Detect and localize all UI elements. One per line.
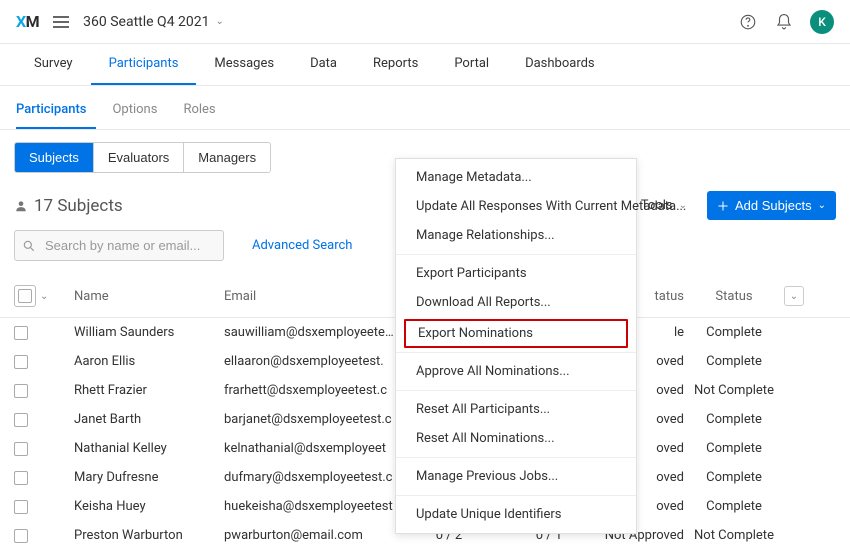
subnav-participants[interactable]: Participants xyxy=(16,94,96,129)
cell-email: pwarburton@email.com xyxy=(224,528,394,543)
menu-separator xyxy=(396,495,636,496)
menu-separator xyxy=(396,457,636,458)
cell-name: Nathanial Kelley xyxy=(74,441,224,456)
nav-tab-survey[interactable]: Survey xyxy=(16,44,91,85)
help-icon[interactable] xyxy=(738,12,758,32)
cell-status: Not Complete xyxy=(684,528,784,543)
segment-managers[interactable]: Managers xyxy=(184,143,270,172)
person-icon xyxy=(14,199,28,213)
chevron-down-icon: ⌄ xyxy=(818,200,826,211)
menu-icon[interactable] xyxy=(53,16,69,28)
search-input[interactable] xyxy=(14,230,224,261)
menu-item[interactable]: Update Unique Identifiers xyxy=(396,500,636,529)
menu-item[interactable]: Approve All Nominations... xyxy=(396,357,636,386)
select-all-checkbox[interactable] xyxy=(14,285,36,307)
menu-item[interactable]: Manage Previous Jobs... xyxy=(396,462,636,491)
chevron-down-icon[interactable]: ⌄ xyxy=(40,291,48,302)
cell-name: Janet Barth xyxy=(74,412,224,427)
row-checkbox[interactable] xyxy=(14,529,28,543)
chevron-down-icon: ⌄ xyxy=(216,16,224,27)
nav-tab-messages[interactable]: Messages xyxy=(196,44,292,85)
menu-item[interactable]: Reset All Nominations... xyxy=(396,424,636,453)
row-checkbox[interactable] xyxy=(14,355,28,369)
menu-item[interactable]: Export Nominations xyxy=(404,319,628,348)
menu-item[interactable]: Export Participants xyxy=(396,259,636,288)
row-checkbox[interactable] xyxy=(14,442,28,456)
row-checkbox[interactable] xyxy=(14,384,28,398)
menu-item[interactable]: Manage Relationships... xyxy=(396,221,636,250)
segment-evaluators[interactable]: Evaluators xyxy=(94,143,184,172)
cell-name: Keisha Huey xyxy=(74,499,224,514)
row-checkbox[interactable] xyxy=(14,500,28,514)
subnav-options[interactable]: Options xyxy=(112,94,167,129)
col-name: Name xyxy=(74,289,224,304)
row-checkbox[interactable] xyxy=(14,413,28,427)
cell-name: Mary Dufresne xyxy=(74,470,224,485)
project-name: 360 Seattle Q4 2021 xyxy=(83,14,209,30)
menu-item[interactable]: Download All Reports... xyxy=(396,288,636,317)
menu-separator xyxy=(396,352,636,353)
col-status: Status xyxy=(684,289,784,304)
menu-item[interactable]: Manage Metadata... xyxy=(396,163,636,192)
nav-tab-dashboards[interactable]: Dashboards xyxy=(507,44,613,85)
logo: XM xyxy=(16,12,39,31)
col-email: Email xyxy=(224,289,394,304)
main-nav: SurveyParticipantsMessagesDataReportsPor… xyxy=(0,44,850,86)
menu-separator xyxy=(396,390,636,391)
top-bar: XM 360 Seattle Q4 2021 ⌄ K xyxy=(0,0,850,44)
project-selector[interactable]: 360 Seattle Q4 2021 ⌄ xyxy=(83,14,224,30)
cell-email: sauwilliam@dsxemployeetest xyxy=(224,325,394,340)
cell-name: William Saunders xyxy=(74,325,224,340)
cell-email: frarhett@dsxemployeetest.c xyxy=(224,383,394,398)
cell-status: Complete xyxy=(684,441,784,456)
segment-subjects[interactable]: Subjects xyxy=(15,143,94,172)
subnav-roles[interactable]: Roles xyxy=(183,94,225,129)
cell-status: Complete xyxy=(684,499,784,514)
nav-tab-data[interactable]: Data xyxy=(292,44,355,85)
row-checkbox[interactable] xyxy=(14,471,28,485)
nav-tab-reports[interactable]: Reports xyxy=(355,44,436,85)
menu-item[interactable]: Update All Responses With Current Metada… xyxy=(396,192,636,221)
advanced-search-link[interactable]: Advanced Search xyxy=(252,238,352,253)
cell-email: dufmary@dsxemployeetest.c xyxy=(224,470,394,485)
cell-email: kelnathanial@dsxemployeet xyxy=(224,441,394,456)
menu-item[interactable]: Reset All Participants... xyxy=(396,395,636,424)
cell-status: Complete xyxy=(684,470,784,485)
cell-name: Preston Warburton xyxy=(74,528,224,543)
cell-status: Not Complete xyxy=(684,383,784,398)
menu-separator xyxy=(396,254,636,255)
avatar[interactable]: K xyxy=(810,10,834,34)
tools-menu: Manage Metadata...Update All Responses W… xyxy=(395,158,637,534)
column-options-button[interactable]: ⌄ xyxy=(784,286,804,306)
sub-nav: Participants Options Roles xyxy=(0,86,850,130)
cell-name: Rhett Frazier xyxy=(74,383,224,398)
search-icon xyxy=(22,239,36,253)
nav-tab-portal[interactable]: Portal xyxy=(436,44,507,85)
view-segments: SubjectsEvaluatorsManagers xyxy=(14,142,271,173)
add-subjects-button[interactable]: Add Subjects ⌄ xyxy=(707,191,836,220)
subjects-title: 17 Subjects xyxy=(14,196,123,216)
cell-email: ellaaron@dsxemployeetest. xyxy=(224,354,394,369)
plus-icon xyxy=(717,200,729,212)
cell-email: barjanet@dsxemployeetest.c xyxy=(224,412,394,427)
cell-name: Aaron Ellis xyxy=(74,354,224,369)
cell-status: Complete xyxy=(684,325,784,340)
cell-email: huekeisha@dsxemployeetest xyxy=(224,499,394,514)
cell-status: Complete xyxy=(684,354,784,369)
row-checkbox[interactable] xyxy=(14,326,28,340)
nav-tab-participants[interactable]: Participants xyxy=(91,44,197,85)
bell-icon[interactable] xyxy=(774,12,794,32)
cell-status: Complete xyxy=(684,412,784,427)
